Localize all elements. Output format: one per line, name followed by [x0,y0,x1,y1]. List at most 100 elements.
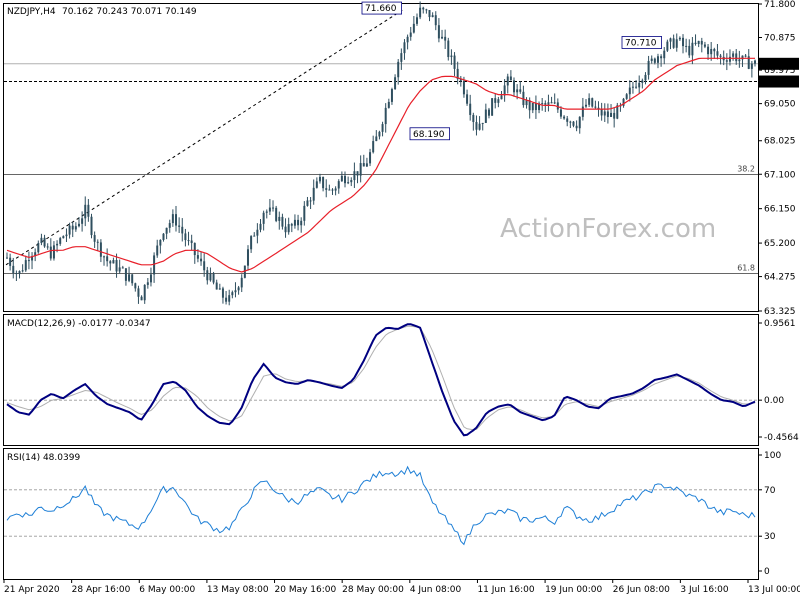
candle-body [447,40,450,58]
candle-body [209,273,212,281]
candle-body [109,261,112,264]
candle-body [312,187,315,201]
candle-body [315,181,318,188]
candle-body [685,45,688,47]
candle-body [322,176,325,189]
candle-body [96,241,99,243]
support-price-tag: 69.660 [762,78,794,88]
candle-body [431,15,434,18]
candle-body [240,277,243,288]
candle-body [675,39,678,48]
rsi-axis-label: 100 [764,451,781,461]
candle-body [703,44,706,47]
candle-body [93,235,96,242]
candle-body [347,182,350,184]
candle-body [284,226,287,233]
candle-body [487,109,490,116]
x-axis-label: 26 Jun 08:00 [613,585,670,595]
candle-body [200,258,203,262]
candle-body [390,89,393,102]
price-axis-label: 71.800 [764,0,796,10]
candle-body [90,216,93,236]
x-axis-label: 6 May 00:00 [139,585,195,595]
candle-body [750,63,753,69]
candle-body [503,85,506,96]
candle-body [472,114,475,123]
candle-body [287,224,290,233]
candle-body [40,237,43,244]
candle-body [344,175,347,184]
candle-body [688,45,691,56]
candle-body [700,40,703,45]
candle-body [544,103,547,105]
candle-body [697,40,700,44]
candle-body [578,116,581,129]
candle-body [572,121,575,126]
candle-body [24,260,27,271]
candle-body [732,53,735,57]
candle-body [84,204,87,219]
candle-body [81,218,84,224]
candle-body [203,261,206,271]
price-axis-label: 65.200 [764,239,796,249]
candle-body [234,290,237,293]
candle-body [591,98,594,107]
candle-body [221,288,224,298]
candle-body [559,109,562,117]
candle-body [112,260,115,264]
candle-body [303,205,306,221]
candle-body [309,200,312,202]
candle-body [647,60,650,75]
low-annotation: 68.190 [413,130,445,140]
candle-body [509,76,512,81]
x-axis-label: 21 Apr 2020 [4,585,60,595]
current-price-tag: 70.149 [762,60,794,70]
candle-body [672,38,675,48]
candle-body [331,189,334,191]
candle-body [340,175,343,182]
candle-body [77,223,80,227]
price-axis-label: 67.100 [764,170,796,180]
candle-body [246,249,249,266]
candle-body [175,214,178,226]
candle-body [491,98,494,116]
candle-body [638,82,641,88]
candle-body [656,56,659,63]
candle-body [118,267,121,272]
candle-body [15,273,18,275]
candle-body [444,36,447,41]
candle-body [569,121,572,123]
candle-body [415,17,418,24]
candle-body [553,102,556,104]
candle-body [707,46,710,55]
candle-body [550,102,553,104]
candle-body [325,188,328,190]
candle-body [425,9,428,11]
candle-body [37,243,40,253]
candle-body [422,7,425,10]
x-axis-label: 19 Jun 00:00 [545,585,602,595]
candle-body [713,48,716,52]
candle-body [500,95,503,100]
candle-body [43,237,46,247]
candle-body [71,225,74,230]
candle-body [710,48,713,55]
candle-body [610,112,613,117]
candle-body [650,58,653,61]
candle-body [115,260,118,272]
candle-body [566,118,569,122]
candle-body [484,109,487,123]
candle-body [140,296,143,301]
candle-body [478,123,481,130]
x-axis-label: 20 May 16:00 [275,585,337,595]
rsi-panel-title: RSI(14) 48.0399 [7,453,80,463]
candle-body [18,271,21,274]
candle-body [525,100,528,106]
candle-body [453,55,456,69]
candle-body [735,53,738,62]
candle-body [469,103,472,115]
candle-body [256,229,259,236]
candle-body [87,204,90,217]
candle-body [281,216,284,227]
candle-body [297,219,300,226]
